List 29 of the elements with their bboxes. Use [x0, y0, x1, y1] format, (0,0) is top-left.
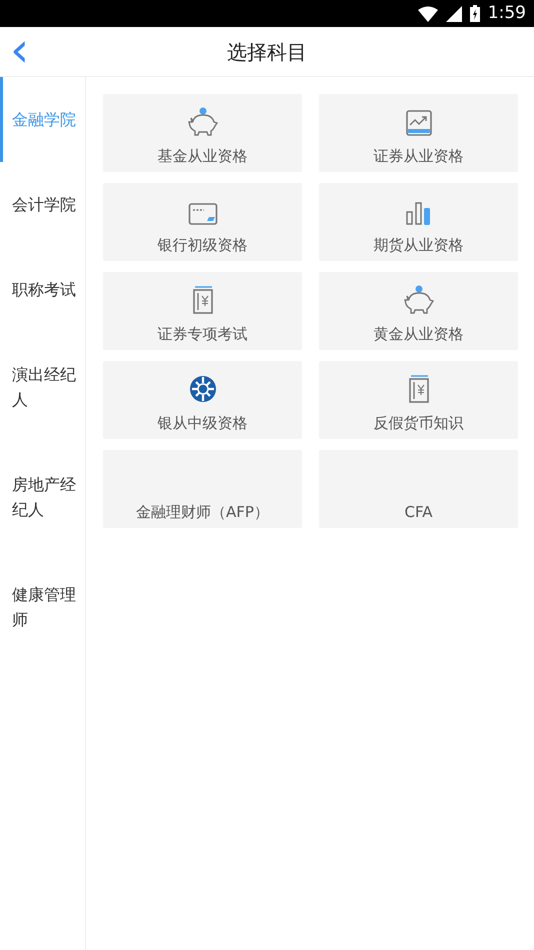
credit-card-icon	[188, 202, 218, 226]
sidebar-item[interactable]: 职称考试	[0, 247, 85, 332]
subject-tile[interactable]: 证券从业资格	[319, 94, 518, 172]
subject-tile[interactable]: 黄金从业资格	[319, 272, 518, 350]
subject-tile[interactable]: CFA	[319, 450, 518, 528]
subject-tile[interactable]: 银行初级资格	[103, 183, 302, 261]
subject-tile[interactable]: 证券专项考试	[103, 272, 302, 350]
money-book-icon	[190, 284, 214, 314]
sidebar-item[interactable]: 演出经纪人	[0, 332, 85, 442]
page-title: 选择科目	[227, 38, 307, 66]
piggy-bank-icon	[402, 284, 434, 314]
subject-tile[interactable]: 银从中级资格	[103, 361, 302, 439]
signal-icon	[446, 6, 462, 22]
battery-icon	[470, 5, 480, 22]
money-book-icon	[406, 374, 430, 404]
piggy-bank-icon	[186, 106, 218, 136]
status-time: 1:59	[488, 2, 526, 25]
subject-tile[interactable]: 反假货币知识	[319, 361, 518, 439]
bar-chart-icon	[404, 200, 432, 226]
subject-tile[interactable]: 金融理财师（AFP）	[103, 450, 302, 528]
line-chart-icon	[404, 108, 432, 136]
sidebar-item[interactable]: 健康管理师	[0, 552, 85, 662]
wifi-icon	[418, 6, 438, 22]
subject-tile[interactable]: 期货从业资格	[319, 183, 518, 261]
sidebar-item[interactable]: 房地产经纪人	[0, 442, 85, 552]
sidebar-item[interactable]: 会计学院	[0, 162, 85, 247]
back-button[interactable]: ‹	[6, 31, 34, 69]
subject-tile[interactable]: 基金从业资格	[103, 94, 302, 172]
round-seal-icon	[188, 374, 218, 404]
